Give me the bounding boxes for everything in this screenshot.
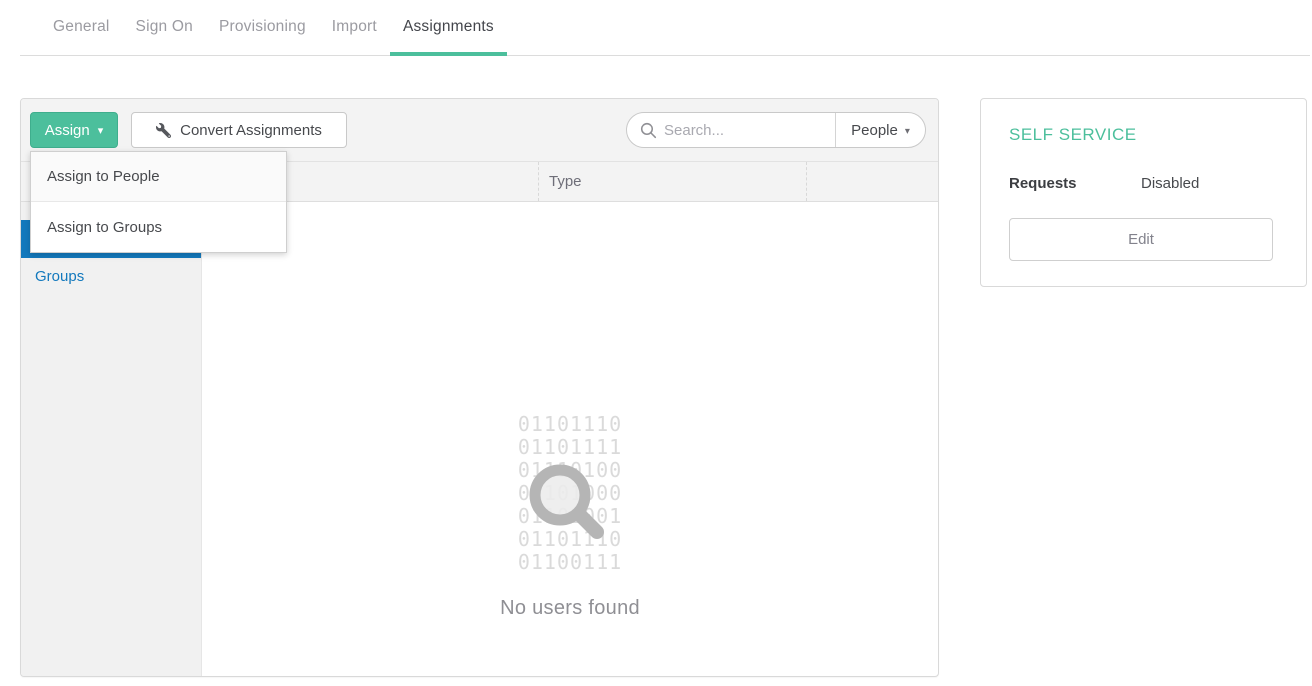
empty-state-message: No users found: [202, 597, 938, 620]
tab-provisioning[interactable]: Provisioning: [206, 0, 319, 55]
assign-dropdown-menu: Assign to People Assign to Groups: [30, 151, 287, 253]
column-header-type: Type: [538, 162, 806, 201]
self-service-panel: SELF SERVICE Requests Disabled Edit: [980, 98, 1307, 287]
edit-button[interactable]: Edit: [1009, 218, 1273, 261]
convert-assignments-label: Convert Assignments: [180, 122, 322, 139]
requests-label: Requests: [1009, 175, 1077, 192]
convert-assignments-button[interactable]: Convert Assignments: [131, 112, 347, 148]
wrench-icon: [156, 123, 171, 138]
app-assignments-page: General Sign On Provisioning Import Assi…: [0, 0, 1312, 686]
search-field-wrap: [627, 113, 835, 147]
magnifier-icon: [518, 453, 608, 543]
self-service-title: SELF SERVICE: [1009, 125, 1137, 145]
magnifier-icon: [640, 122, 657, 139]
tab-sign-on[interactable]: Sign On: [123, 0, 206, 55]
search-scope-label: People: [851, 122, 898, 139]
requests-status-value: Disabled: [1141, 175, 1199, 192]
app-tab-bar: General Sign On Provisioning Import Assi…: [20, 0, 1310, 56]
column-header-actions: [806, 162, 938, 201]
search-input[interactable]: [664, 122, 814, 139]
assignments-body: People Groups 01101110 01101111 01110100…: [21, 202, 938, 676]
tab-general[interactable]: General: [40, 0, 123, 55]
caret-down-icon: ▾: [905, 124, 910, 137]
assignment-filter-nav: People Groups: [21, 202, 202, 676]
menu-item-assign-to-people[interactable]: Assign to People: [31, 152, 286, 202]
assign-button-label: Assign: [45, 122, 90, 139]
sidebar-item-groups[interactable]: Groups: [21, 258, 201, 296]
tab-assignments[interactable]: Assignments: [390, 0, 507, 55]
menu-item-assign-to-groups[interactable]: Assign to Groups: [31, 202, 286, 252]
binary-line: 01101110: [202, 413, 938, 436]
caret-down-icon: ▾: [98, 124, 104, 137]
assign-button[interactable]: Assign ▾: [30, 112, 118, 148]
binary-line: 01100111: [202, 551, 938, 574]
tab-import[interactable]: Import: [319, 0, 390, 55]
search-scope-dropdown[interactable]: People ▾: [835, 113, 925, 147]
search-group: People ▾: [626, 112, 926, 148]
